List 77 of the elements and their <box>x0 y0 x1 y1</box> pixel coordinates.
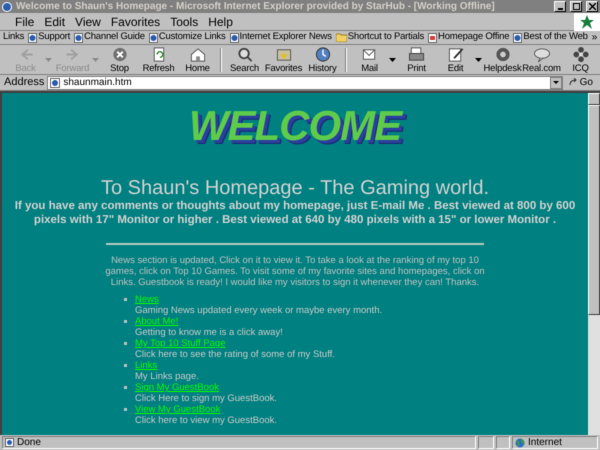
scrollbar[interactable] <box>588 93 600 435</box>
link-description: My Links page. <box>135 371 199 382</box>
page-subheading: If you have any comments or thoughts about my homepage, just E-mail Me . Best viewed at 800 by 600 pixels with 17" Monitor or higher . Best viewed at 640 by 480 pixels with a 15" or lower Monitor . <box>14 199 576 227</box>
bullet-icon <box>124 320 127 323</box>
link-button[interactable]: Homepage Offine <box>428 30 510 45</box>
page-icon <box>148 32 158 42</box>
status-panel <box>496 436 510 449</box>
minimize-button[interactable] <box>554 1 566 12</box>
bullet-icon <box>124 386 127 389</box>
link-button[interactable]: Shortcut to Partials <box>336 30 424 45</box>
toolbar-button[interactable]: Real.com <box>522 46 561 74</box>
bullet-icon <box>124 364 127 367</box>
zone-text: Internet <box>528 436 562 450</box>
toolbar-button[interactable]: ICQ <box>561 46 600 74</box>
page-icon <box>74 32 84 42</box>
page-icon <box>28 32 38 42</box>
toolbar-button[interactable]: Mail <box>350 46 389 74</box>
close-icon <box>588 3 596 10</box>
toolbar-button[interactable]: History <box>303 46 342 74</box>
toolbar-button[interactable]: Search <box>225 46 264 74</box>
printer-icon <box>406 46 426 62</box>
menu-item[interactable]: View <box>70 12 106 30</box>
flower-icon <box>570 46 590 62</box>
close-button[interactable] <box>586 1 598 12</box>
maximize-icon <box>572 3 580 10</box>
ie-logo-icon <box>2 2 12 12</box>
links-label: Links <box>3 30 24 44</box>
link-button[interactable]: Customize Links <box>148 30 226 45</box>
toolbar-button[interactable]: Refresh <box>139 46 178 74</box>
dropdown-caret-icon[interactable] <box>389 58 396 62</box>
link-description: Click here to see the rating of some of my Stuff. <box>135 349 335 360</box>
toolbar-button[interactable]: Edit <box>436 46 475 74</box>
page-heading: To Shaun's Homepage - The Gaming world. <box>100 177 490 199</box>
menu-item[interactable]: Favorites <box>106 12 166 30</box>
menu-item[interactable]: Help <box>203 12 238 30</box>
link-description: Click here to view my GuestBook. <box>135 415 278 426</box>
page-icon <box>50 78 60 88</box>
address-field[interactable]: shaunmain.htm <box>47 76 563 90</box>
link-description: Gaming News updated every week or maybe every month. <box>135 305 382 316</box>
dropdown-caret-icon[interactable] <box>475 58 482 62</box>
window-title: Welcome to Shaun's Homepage - Microsoft Internet Explorer provided by StarHub - [Working Offline] <box>16 0 496 13</box>
bullet-icon <box>124 408 127 411</box>
picture-icon <box>428 32 438 42</box>
more-links-button[interactable]: » <box>592 30 600 45</box>
page-icon <box>230 32 239 42</box>
page-icon <box>513 32 522 42</box>
address-input[interactable]: shaunmain.htm <box>63 76 547 88</box>
folder-icon <box>336 33 347 42</box>
toolbar-button[interactable]: Helpdesk <box>483 46 522 74</box>
link-button[interactable]: Best of the Web <box>513 30 588 45</box>
status-text: Done <box>17 436 41 450</box>
link-description: Getting to know me is a click away! <box>135 327 283 338</box>
speech-bubble-icon <box>532 46 552 62</box>
toolbar-button[interactable]: Favorites <box>264 46 303 74</box>
menu-item[interactable]: Edit <box>39 12 70 30</box>
bullet-icon <box>124 342 127 345</box>
link-description: Click Here to sign my GuestBook. <box>135 393 278 404</box>
link-button[interactable]: Support <box>28 30 70 45</box>
toolbar-button[interactable]: Stop <box>100 46 139 74</box>
welcome-logo: WELCOME <box>188 101 402 151</box>
link-button[interactable]: Channel Guide <box>74 30 145 45</box>
link-button[interactable]: Internet Explorer News <box>230 30 332 45</box>
star-logo-icon <box>574 13 600 31</box>
page-icon <box>5 438 14 447</box>
globe-icon <box>515 438 525 448</box>
bullet-icon <box>124 298 127 301</box>
address-label: Address <box>4 75 44 90</box>
toolbar-button[interactable]: Print <box>397 46 436 74</box>
go-arrow-icon <box>568 78 578 87</box>
intro-paragraph: News section is updated, Click on it to view it. To take a look at the ranking of my top 10 games, click on Top 10 Games. To visit some of my favorite sites and homepages, click on Links. Guestbook is ready! I would like my visitors to sign it whenever they can! Thanks. <box>105 255 485 288</box>
menu-item[interactable]: File <box>10 12 40 30</box>
status-panel <box>478 436 494 449</box>
go-button[interactable]: Go <box>566 75 596 90</box>
dropdown-caret-icon[interactable] <box>550 76 562 88</box>
toolbar-button[interactable]: Home <box>178 46 217 74</box>
maximize-button[interactable] <box>570 1 582 12</box>
menu-item[interactable]: Tools <box>165 12 204 30</box>
